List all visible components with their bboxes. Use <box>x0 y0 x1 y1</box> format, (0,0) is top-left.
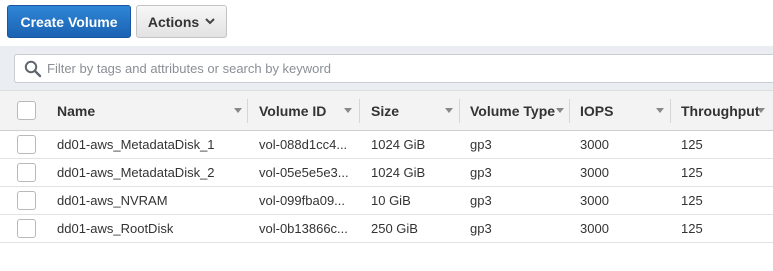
chevron-down-icon <box>205 18 215 25</box>
column-divider[interactable] <box>670 99 671 123</box>
cell-throughput: 125 <box>681 165 703 180</box>
cell-volume-type: gp3 <box>470 165 492 180</box>
cell-volume-id[interactable]: vol-0b13866c... <box>259 215 348 242</box>
column-divider[interactable] <box>569 99 570 123</box>
column-header-name[interactable]: Name <box>57 91 95 130</box>
row-checkbox[interactable] <box>17 135 36 154</box>
actions-label: Actions <box>147 13 200 30</box>
row-checkbox[interactable] <box>17 219 36 238</box>
cell-size: 1024 GiB <box>371 137 426 152</box>
search-box[interactable] <box>14 54 773 83</box>
cell-volume-id[interactable]: vol-099fba09... <box>259 187 345 214</box>
cell-iops: 3000 <box>580 165 609 180</box>
cell-name: dd01-aws_NVRAM <box>57 193 168 208</box>
cell-volume-id[interactable]: vol-05e5e5e3... <box>259 159 349 186</box>
cell-name: dd01-aws_MetadataDisk_1 <box>57 137 215 152</box>
cell-throughput: 125 <box>681 137 703 152</box>
column-header-volume-type[interactable]: Volume Type <box>470 91 555 130</box>
cell-name: dd01-aws_MetadataDisk_2 <box>57 165 215 180</box>
cell-size: 10 GiB <box>371 193 411 208</box>
column-divider[interactable] <box>359 99 360 123</box>
volumes-table: Name Volume ID Size Volume Type IOPS Thr… <box>0 90 773 243</box>
row-checkbox[interactable] <box>17 191 36 210</box>
cell-volume-id[interactable]: vol-088d1cc4... <box>259 131 347 158</box>
actions-button[interactable]: Actions <box>136 5 227 38</box>
sort-caret-icon[interactable] <box>656 91 664 130</box>
column-header-volume-id[interactable]: Volume ID <box>259 91 326 130</box>
cell-iops: 3000 <box>580 221 609 236</box>
table-header: Name Volume ID Size Volume Type IOPS Thr… <box>0 90 773 131</box>
search-icon <box>19 54 47 83</box>
cell-size: 1024 GiB <box>371 165 426 180</box>
cell-iops: 3000 <box>580 193 609 208</box>
row-checkbox[interactable] <box>17 163 36 182</box>
table-row[interactable]: dd01-aws_RootDisk vol-0b13866c... 250 Gi… <box>0 215 773 243</box>
table-row[interactable]: dd01-aws_MetadataDisk_1 vol-088d1cc4... … <box>0 131 773 159</box>
create-volume-button[interactable]: Create Volume <box>7 5 131 38</box>
sort-caret-icon[interactable] <box>757 91 765 130</box>
cell-size: 250 GiB <box>371 221 418 236</box>
column-header-throughput[interactable]: Throughput <box>681 91 760 130</box>
column-divider[interactable] <box>459 99 460 123</box>
cell-volume-type: gp3 <box>470 193 492 208</box>
filter-bar <box>0 46 773 90</box>
create-volume-label: Create Volume <box>20 13 118 30</box>
sort-caret-icon[interactable] <box>556 91 564 130</box>
cell-volume-type: gp3 <box>470 137 492 152</box>
sort-caret-icon[interactable] <box>344 91 352 130</box>
cell-throughput: 125 <box>681 193 703 208</box>
cell-throughput: 125 <box>681 221 703 236</box>
cell-volume-type: gp3 <box>470 221 492 236</box>
sort-caret-icon[interactable] <box>445 91 453 130</box>
table-row[interactable]: dd01-aws_NVRAM vol-099fba09... 10 GiB gp… <box>0 187 773 215</box>
column-header-iops[interactable]: IOPS <box>580 91 613 130</box>
column-divider[interactable] <box>247 99 248 123</box>
table-row[interactable]: dd01-aws_MetadataDisk_2 vol-05e5e5e3... … <box>0 159 773 187</box>
cell-iops: 3000 <box>580 137 609 152</box>
search-input[interactable] <box>47 55 747 82</box>
sort-caret-icon[interactable] <box>234 91 242 130</box>
cell-name: dd01-aws_RootDisk <box>57 221 174 236</box>
toolbar: Create Volume Actions <box>0 0 773 46</box>
column-header-size[interactable]: Size <box>371 91 399 130</box>
select-all-checkbox[interactable] <box>17 101 36 120</box>
